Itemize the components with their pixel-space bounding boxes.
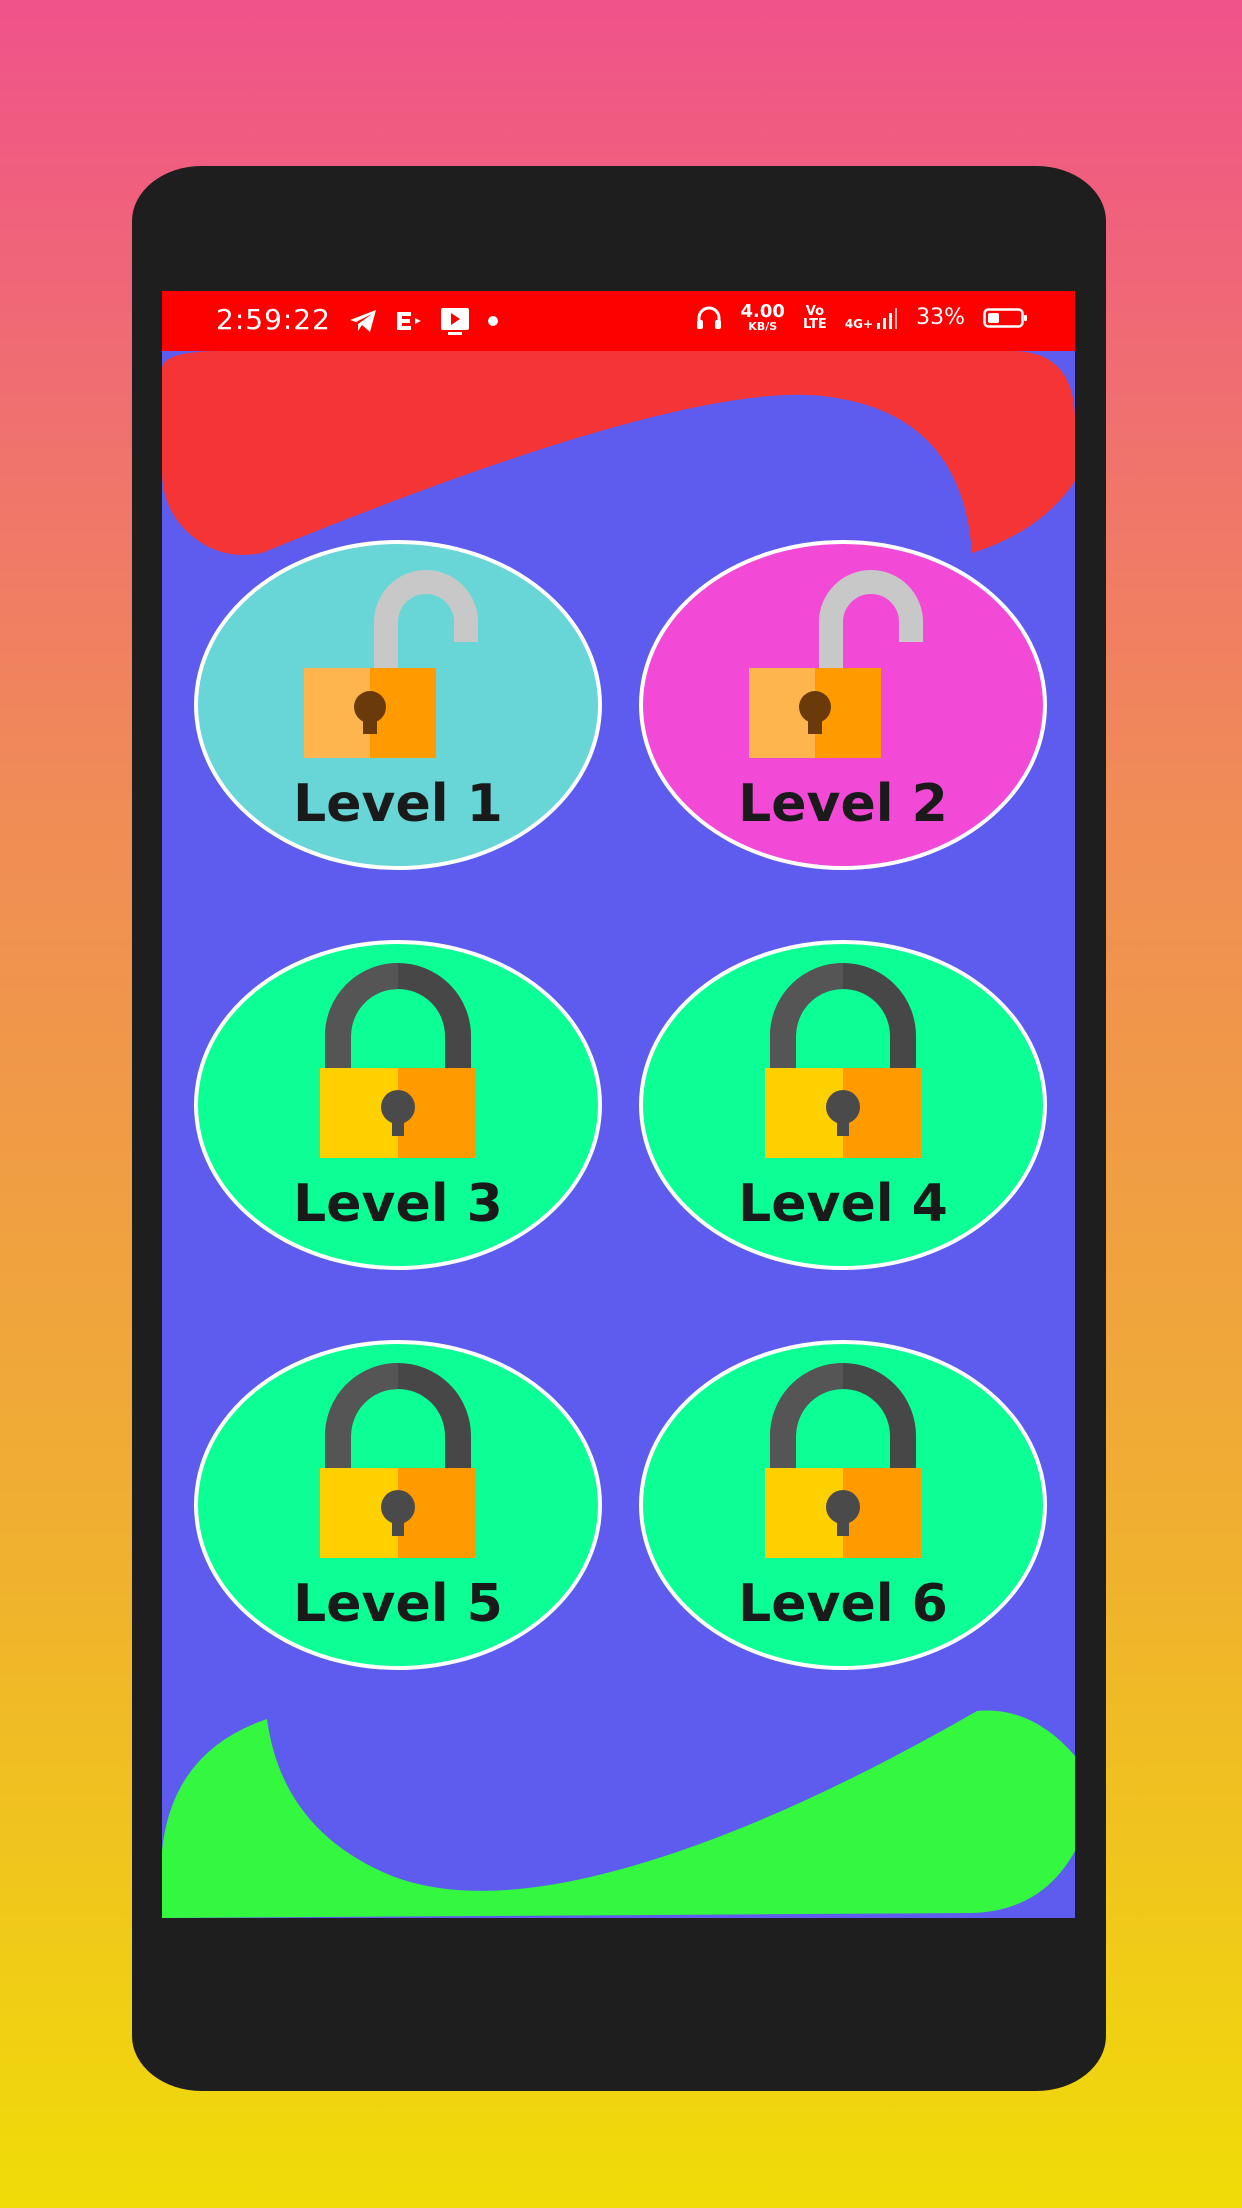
level-4-label: Level 4 bbox=[738, 1174, 948, 1234]
level-2-button[interactable]: Level 2 bbox=[639, 540, 1047, 870]
telegram-icon bbox=[350, 310, 376, 332]
battery-percent: 33% bbox=[916, 305, 965, 330]
status-bar: 2:59:22 4.00 KB/S Vo LTE 4G+ 33% bbox=[162, 291, 1075, 351]
network-speed-value: 4.00 bbox=[740, 301, 785, 322]
unlocked-padlock-icon bbox=[304, 570, 478, 758]
headphones-icon bbox=[696, 306, 721, 329]
locked-padlock-icon bbox=[320, 963, 476, 1158]
battery-icon bbox=[983, 307, 1027, 328]
e-app-icon bbox=[397, 312, 421, 330]
network-speed: 4.00 KB/S bbox=[740, 301, 785, 333]
level-5-button[interactable]: Level 5 bbox=[194, 1340, 602, 1670]
volte-indicator: Vo LTE bbox=[803, 305, 827, 331]
locked-padlock-icon bbox=[765, 963, 921, 1158]
video-player-icon bbox=[441, 308, 469, 335]
level-1-button[interactable]: Level 1 bbox=[194, 540, 602, 870]
level-5-label: Level 5 bbox=[293, 1574, 503, 1634]
status-time: 2:59:22 bbox=[216, 303, 331, 336]
signal-icon bbox=[877, 307, 898, 329]
unlocked-padlock-icon bbox=[749, 570, 923, 758]
level-2-label: Level 2 bbox=[738, 774, 948, 834]
app-screen: 2:59:22 4.00 KB/S Vo LTE 4G+ 33% Level 1… bbox=[162, 291, 1075, 1918]
level-4-button[interactable]: Level 4 bbox=[639, 940, 1047, 1270]
network-speed-unit: KB/S bbox=[748, 320, 778, 333]
level-6-label: Level 6 bbox=[738, 1574, 948, 1634]
level-3-button[interactable]: Level 3 bbox=[194, 940, 602, 1270]
volte-bottom: LTE bbox=[802, 316, 827, 332]
locked-padlock-icon bbox=[320, 1363, 476, 1558]
network-type: 4G+ bbox=[844, 316, 874, 331]
level-1-label: Level 1 bbox=[293, 774, 503, 834]
locked-padlock-icon bbox=[765, 1363, 921, 1558]
volte-top: Vo bbox=[805, 303, 825, 319]
level-6-button[interactable]: Level 6 bbox=[639, 1340, 1047, 1670]
dot-icon bbox=[488, 316, 498, 326]
level-3-label: Level 3 bbox=[293, 1174, 503, 1234]
